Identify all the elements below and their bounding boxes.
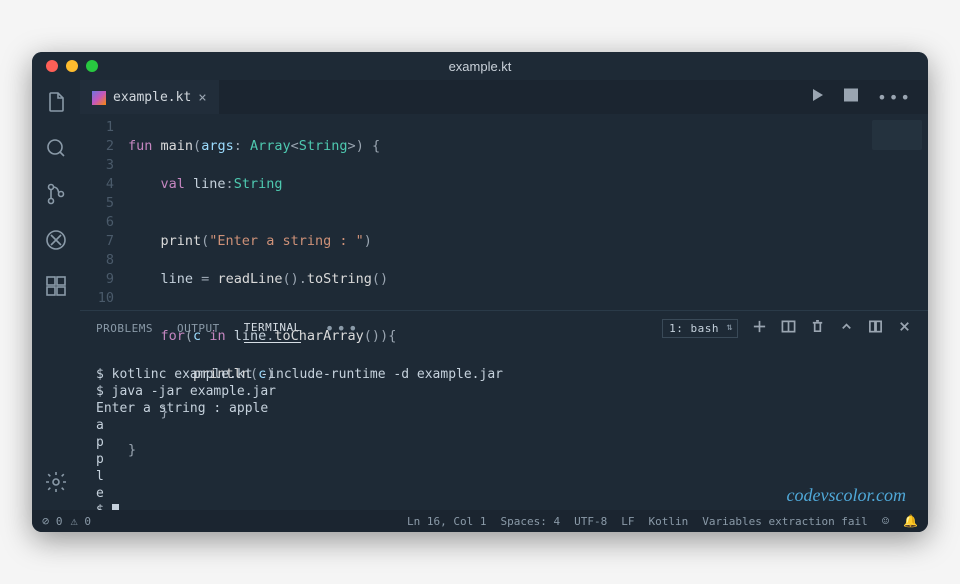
settings-gear-icon[interactable] [44,470,68,498]
status-language[interactable]: Kotlin [648,515,688,528]
terminal-selector[interactable]: 1: bash [662,319,738,338]
close-window-button[interactable] [46,60,58,72]
code-editor[interactable]: 1 2 3 4 5 6 7 8 9 10 fun main(args: Arra… [80,114,928,310]
feedback-icon[interactable]: ☺ [882,514,889,528]
kotlin-file-icon [92,91,106,105]
window-title: example.kt [32,59,928,74]
editor-actions: ••• [809,87,928,107]
status-eol[interactable]: LF [621,515,634,528]
status-warnings[interactable]: ⚠ 0 [70,514,90,528]
minimap[interactable] [872,120,922,150]
window-body: example.kt × ••• 1 2 [32,80,928,510]
file-tab[interactable]: example.kt × [80,80,219,114]
status-cursor-position[interactable]: Ln 16, Col 1 [407,515,486,528]
terminal-cursor [112,504,119,510]
status-errors[interactable]: ⊘ 0 [42,514,62,528]
debug-icon[interactable] [44,228,68,256]
more-actions-icon[interactable]: ••• [877,88,912,107]
minimize-window-button[interactable] [66,60,78,72]
source-control-icon[interactable] [44,182,68,210]
activity-bar [32,80,80,510]
status-indentation[interactable]: Spaces: 4 [501,515,561,528]
status-bar: ⊘ 0 ⚠ 0 Ln 16, Col 1 Spaces: 4 UTF-8 LF … [32,510,928,532]
window-controls [32,60,98,72]
tab-filename: example.kt [113,90,191,105]
notifications-bell-icon[interactable]: 🔔 [903,514,918,528]
editor-window: example.kt [32,52,928,532]
line-gutter: 1 2 3 4 5 6 7 8 9 10 [80,118,128,310]
titlebar: example.kt [32,52,928,80]
tab-bar: example.kt × ••• [80,80,928,114]
search-icon[interactable] [44,136,68,164]
main-area: example.kt × ••• 1 2 [80,80,928,510]
split-editor-icon[interactable] [843,87,859,107]
maximize-window-button[interactable] [86,60,98,72]
close-tab-icon[interactable]: × [198,90,206,106]
run-icon[interactable] [809,87,825,107]
extensions-icon[interactable] [44,274,68,302]
status-encoding[interactable]: UTF-8 [574,515,607,528]
watermark-text: codevscolor.com [787,487,906,504]
explorer-icon[interactable] [44,90,68,118]
code-content: fun main(args: Array<String>) { val line… [128,118,928,310]
terminal-output[interactable]: $ kotlinc example.kt -include-runtime -d… [80,345,928,510]
status-message[interactable]: Variables extraction fail [702,515,868,528]
